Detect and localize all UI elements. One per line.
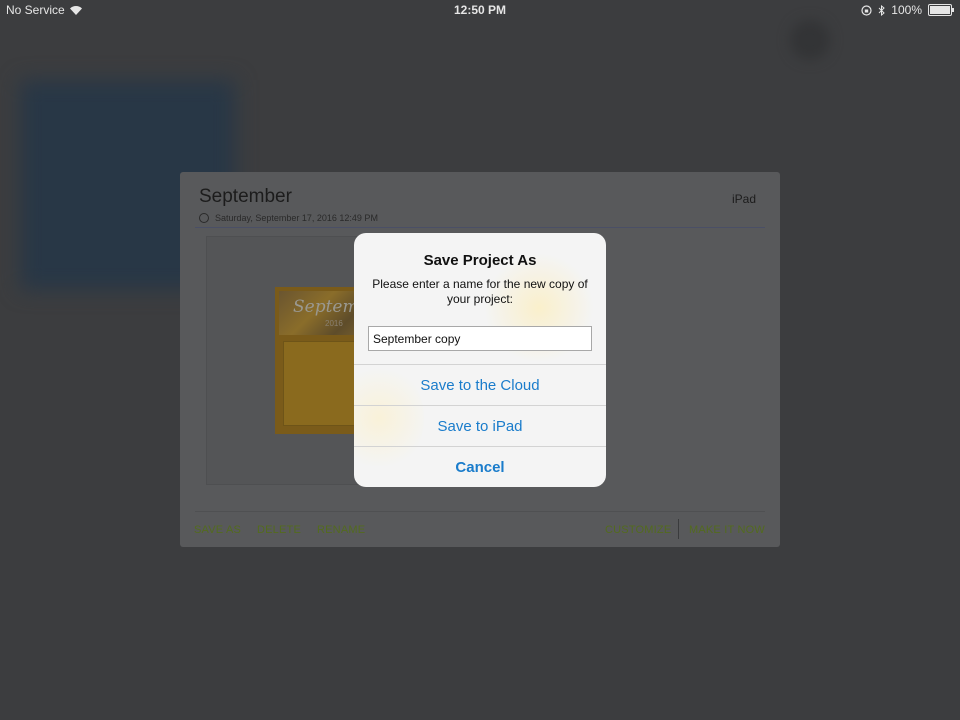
battery-percent: 100%	[891, 3, 922, 17]
make-it-now-button[interactable]: MAKE IT NOW	[689, 524, 765, 536]
bluetooth-icon	[878, 4, 886, 16]
status-bar: No Service 12:50 PM 100%	[0, 0, 960, 20]
project-name-input[interactable]	[368, 326, 592, 351]
project-date-text: Saturday, September 17, 2016 12:49 PM	[215, 213, 378, 223]
save-to-cloud-button[interactable]: Save to the Cloud	[354, 364, 606, 406]
project-date: Saturday, September 17, 2016 12:49 PM	[199, 213, 378, 223]
dialog-title: Save Project As	[423, 252, 537, 269]
dialog-message: Please enter a name for the new copy of …	[372, 277, 588, 306]
divider	[195, 227, 765, 228]
status-right: 100%	[861, 3, 954, 17]
save-project-dialog: Save Project As Please enter a name for …	[354, 233, 606, 487]
rename-button[interactable]: RENAME	[317, 524, 365, 536]
action-separator	[678, 519, 679, 539]
background-avatar	[790, 20, 830, 60]
divider	[195, 511, 765, 512]
status-time: 12:50 PM	[453, 3, 507, 17]
thumbnail-year: 2016	[325, 319, 343, 328]
delete-button[interactable]: DELETE	[257, 524, 301, 536]
project-title: September	[199, 186, 292, 207]
save-as-button[interactable]: SAVE AS	[194, 524, 241, 536]
orientation-lock-icon	[861, 4, 872, 16]
save-to-ipad-button[interactable]: Save to iPad	[354, 405, 606, 447]
project-device-label: iPad	[731, 192, 756, 206]
battery-icon	[928, 4, 954, 16]
customize-button[interactable]: CUSTOMIZE	[605, 524, 671, 536]
clock-icon	[199, 213, 209, 223]
cancel-button[interactable]: Cancel	[354, 446, 606, 487]
